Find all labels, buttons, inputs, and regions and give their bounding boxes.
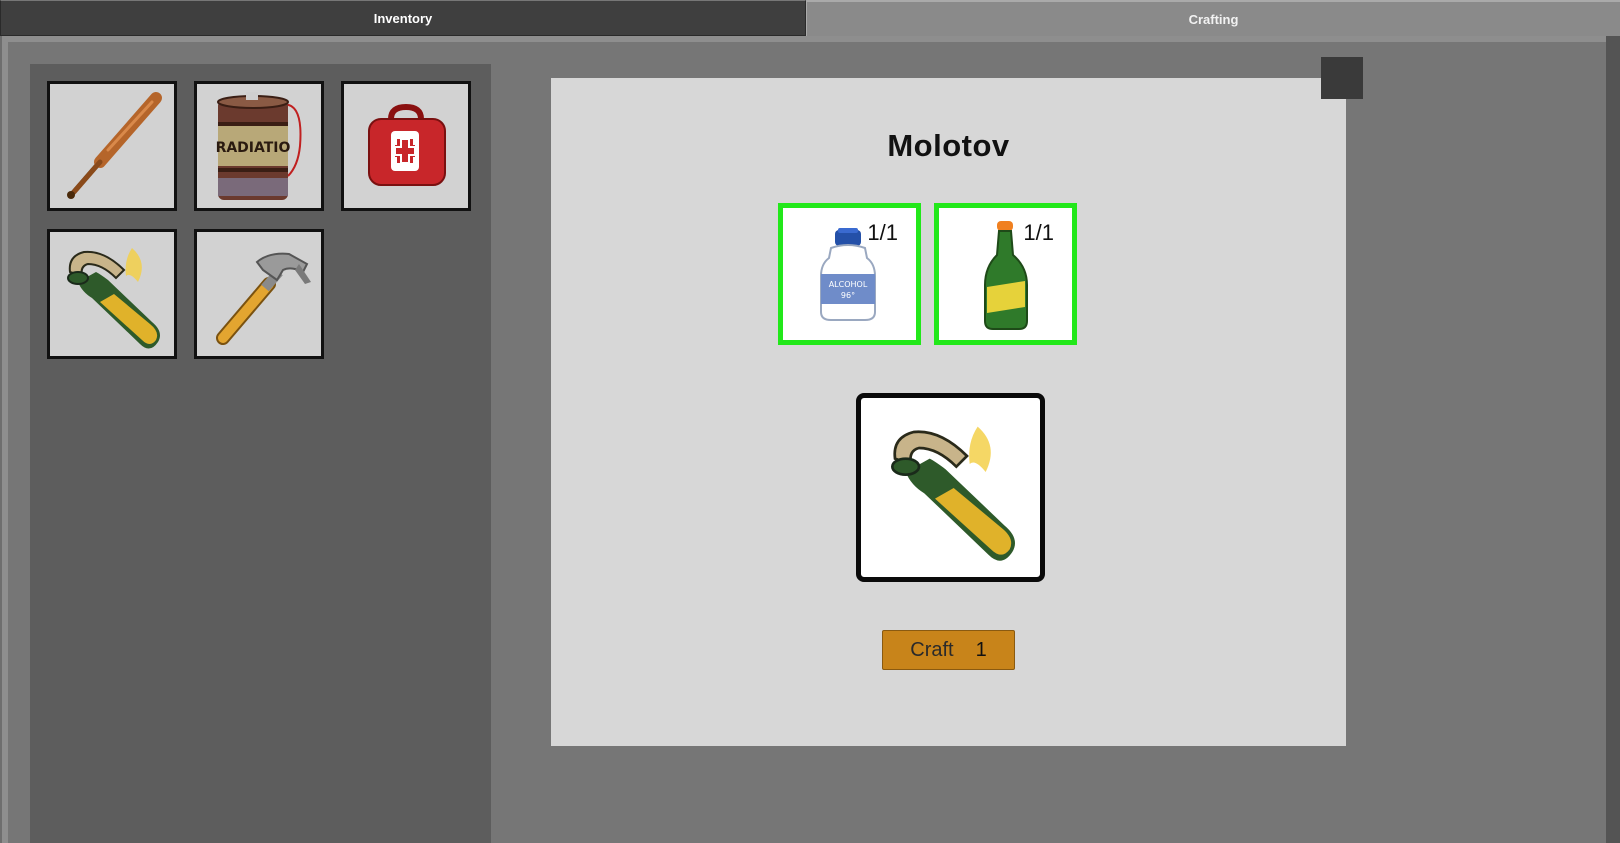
craft-quantity: 1 [975, 638, 987, 661]
svg-text:96°: 96° [840, 291, 854, 300]
ingredient-count: 1/1 [1023, 220, 1054, 245]
hammer-icon [216, 252, 311, 345]
tab-crafting[interactable]: Crafting [806, 0, 1620, 36]
window-edge [1606, 36, 1620, 843]
first-aid-kit-icon [368, 103, 446, 186]
molotov-icon [67, 248, 160, 349]
inventory-slot-baseball-bat[interactable] [47, 81, 177, 211]
ingredient-slot-alcohol[interactable]: ALCOHOL 96° 1/1 [778, 203, 921, 345]
radiation-barrel-icon: RADIATIO [216, 92, 302, 200]
craft-result-slot[interactable] [856, 393, 1045, 582]
tab-bar: Inventory Crafting [0, 0, 1620, 36]
inventory-slot-first-aid-kit[interactable] [341, 81, 471, 211]
close-button[interactable] [1321, 57, 1363, 99]
recipe-title: Molotov [887, 128, 1010, 163]
svg-text:RADIATIO: RADIATIO [216, 140, 291, 156]
ingredient-count: 1/1 [867, 220, 898, 245]
molotov-icon [890, 426, 1015, 561]
inventory-slot-radiation-barrel[interactable]: RADIATIO [194, 81, 324, 211]
ingredient-slot-bottle[interactable]: 1/1 [934, 203, 1077, 345]
baseball-bat-icon [67, 92, 162, 199]
inventory-slot-hammer[interactable] [194, 229, 324, 359]
craft-button[interactable]: Craft 1 [882, 630, 1015, 670]
inventory-slot-molotov[interactable] [47, 229, 177, 359]
tab-inventory[interactable]: Inventory [0, 0, 806, 36]
svg-text:ALCOHOL: ALCOHOL [828, 280, 867, 289]
craft-button-label: Craft [910, 638, 954, 661]
